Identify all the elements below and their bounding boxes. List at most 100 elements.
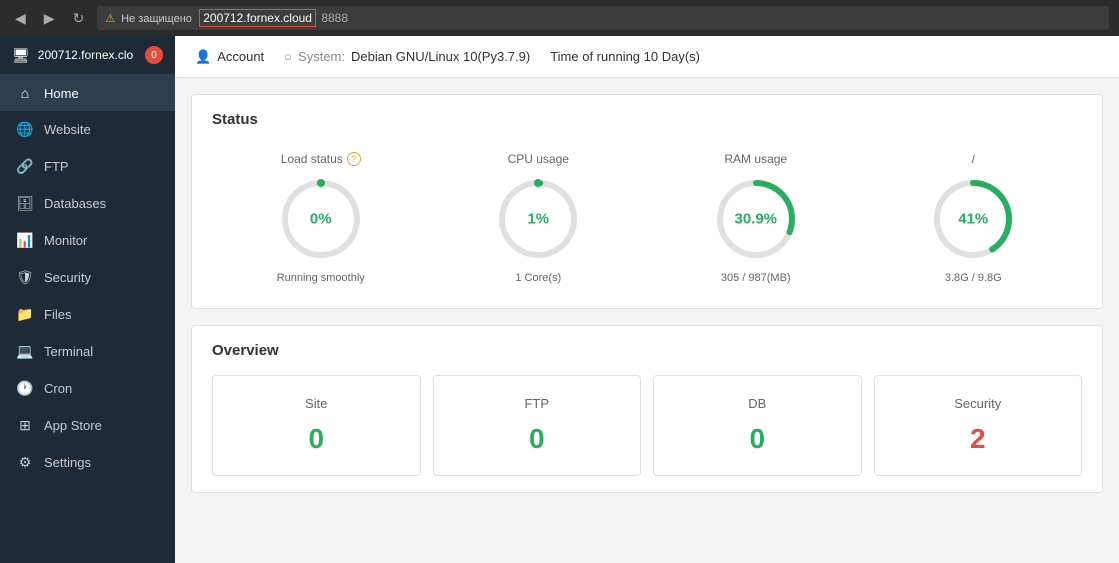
overview-grid: Site 0 FTP 0 DB 0 Security 2	[212, 375, 1082, 476]
topbar: 👤 Account ○ System: Debian GNU/Linux 10(…	[175, 36, 1119, 78]
overview-section: Overview Site 0 FTP 0 DB 0	[191, 325, 1103, 493]
home-icon: ⌂	[16, 85, 34, 101]
main-content: 👤 Account ○ System: Debian GNU/Linux 10(…	[175, 36, 1119, 563]
gauge-load-canvas: 0%	[276, 174, 366, 264]
overview-card-security: Security 2	[874, 375, 1083, 476]
address-highlighted: 200712.fornex.cloud	[199, 9, 316, 27]
gauge-load-sublabel: Running smoothly	[277, 272, 365, 284]
overview-site-label: Site	[305, 396, 327, 411]
monitor-nav-icon: 📊	[16, 232, 34, 249]
gauge-load-status: Load status ? 0% Running smoothly	[212, 144, 430, 292]
terminal-icon: 💻	[16, 343, 34, 360]
website-icon: 🌐	[16, 121, 34, 138]
topbar-uptime: Time of running 10 Day(s)	[550, 49, 700, 64]
topbar-system-value: Debian GNU/Linux 10(Py3.7.9)	[351, 49, 530, 64]
forward-button[interactable]: ▶	[39, 8, 60, 29]
overview-card-ftp: FTP 0	[433, 375, 642, 476]
gauge-disk-label: /	[972, 152, 975, 166]
overview-ftp-value: 0	[529, 423, 545, 455]
topbar-account-label: Account	[217, 49, 264, 64]
gauge-disk-canvas: 41%	[928, 174, 1018, 264]
gauge-load-value: 0%	[310, 211, 332, 228]
sidebar-item-files[interactable]: 📁 Files	[0, 296, 175, 333]
monitor-icon: 🖥	[12, 47, 30, 64]
sidebar-item-cron-label: Cron	[44, 381, 72, 396]
overview-site-value: 0	[308, 423, 324, 455]
overview-db-value: 0	[749, 423, 765, 455]
cron-icon: 🕐	[16, 380, 34, 397]
gauge-ram-value: 30.9%	[734, 211, 777, 228]
gauge-disk-value: 41%	[958, 211, 988, 228]
sidebar-item-security[interactable]: 🛡 Security	[0, 259, 175, 296]
sidebar-item-ftp-label: FTP	[44, 159, 69, 174]
gauge-load-label: Load status ?	[281, 152, 361, 166]
gauge-disk-sublabel: 3.8G / 9.8G	[945, 272, 1002, 284]
status-section: Status Load status ?	[191, 94, 1103, 309]
topbar-account[interactable]: 👤 Account	[195, 49, 264, 65]
address-port: 8888	[321, 11, 348, 25]
appstore-icon: ⊞	[16, 417, 34, 434]
overview-title: Overview	[212, 342, 1082, 359]
gauge-disk: / 41% 3.8G / 9.8G	[865, 144, 1083, 292]
app-container: 🖥 200712.fornex.clo 0 ⌂ Home 🌐 Website 🔗…	[0, 36, 1119, 563]
topbar-system: ○ System: Debian GNU/Linux 10(Py3.7.9)	[284, 49, 530, 64]
gauge-cpu-sublabel: 1 Core(s)	[515, 272, 561, 284]
sidebar-item-security-label: Security	[44, 270, 91, 285]
overview-card-db: DB 0	[653, 375, 862, 476]
sidebar-header-text: 200712.fornex.clo	[38, 48, 137, 62]
sidebar-item-monitor-label: Monitor	[44, 233, 87, 248]
ftp-icon: 🔗	[16, 158, 34, 175]
security-icon: 🛡	[16, 269, 34, 286]
gauge-ram: RAM usage 30.9% 305 / 987(MB)	[647, 144, 865, 292]
question-icon: ?	[347, 152, 361, 166]
sidebar-item-terminal-label: Terminal	[44, 344, 93, 359]
security-warning-icon: ⚠	[105, 12, 115, 25]
browser-bar: ◀ ▶ ↻ ⚠ Не защищено 200712.fornex.cloud …	[0, 0, 1119, 36]
sidebar-item-home[interactable]: ⌂ Home	[0, 75, 175, 111]
gauge-ram-canvas: 30.9%	[711, 174, 801, 264]
address-warning-text: Не защищено	[121, 13, 192, 25]
sidebar-item-files-label: Files	[44, 307, 71, 322]
back-button[interactable]: ◀	[10, 8, 31, 29]
sidebar-header: 🖥 200712.fornex.clo 0	[0, 36, 175, 75]
sidebar-item-website-label: Website	[44, 122, 91, 137]
address-url: Не защищено 200712.fornex.cloud 8888	[121, 11, 348, 25]
sidebar-item-home-label: Home	[44, 86, 79, 101]
system-icon: ○	[284, 49, 292, 64]
topbar-system-label: System:	[298, 49, 345, 64]
reload-button[interactable]: ↻	[68, 8, 90, 29]
overview-card-site: Site 0	[212, 375, 421, 476]
sidebar-item-settings-label: Settings	[44, 455, 91, 470]
sidebar-item-databases-label: Databases	[44, 196, 106, 211]
sidebar-item-website[interactable]: 🌐 Website	[0, 111, 175, 148]
sidebar-item-databases[interactable]: 🗄 Databases	[0, 185, 175, 222]
sidebar-item-monitor[interactable]: 📊 Monitor	[0, 222, 175, 259]
content-area: Status Load status ?	[175, 78, 1119, 525]
gauge-cpu-label: CPU usage	[508, 152, 569, 166]
user-icon: 👤	[195, 49, 211, 65]
gauge-cpu-canvas: 1%	[493, 174, 583, 264]
settings-icon: ⚙	[16, 454, 34, 471]
address-bar[interactable]: ⚠ Не защищено 200712.fornex.cloud 8888	[97, 6, 1109, 30]
files-icon: 📁	[16, 306, 34, 323]
sidebar: 🖥 200712.fornex.clo 0 ⌂ Home 🌐 Website 🔗…	[0, 36, 175, 563]
gauge-cpu: CPU usage 1% 1 Core(s)	[430, 144, 648, 292]
sidebar-item-ftp[interactable]: 🔗 FTP	[0, 148, 175, 185]
sidebar-item-appstore-label: App Store	[44, 418, 102, 433]
sidebar-item-settings[interactable]: ⚙ Settings	[0, 444, 175, 481]
databases-icon: 🗄	[16, 195, 34, 212]
overview-db-label: DB	[748, 396, 766, 411]
sidebar-notification-badge: 0	[145, 46, 163, 64]
sidebar-item-terminal[interactable]: 💻 Terminal	[0, 333, 175, 370]
sidebar-item-appstore[interactable]: ⊞ App Store	[0, 407, 175, 444]
gauge-row: Load status ? 0% Running smoothly	[212, 144, 1082, 292]
gauge-ram-label: RAM usage	[724, 152, 787, 166]
overview-security-value: 2	[970, 423, 986, 455]
overview-ftp-label: FTP	[524, 396, 549, 411]
sidebar-item-cron[interactable]: 🕐 Cron	[0, 370, 175, 407]
topbar-uptime-label: Time of running 10 Day(s)	[550, 49, 700, 64]
gauge-cpu-value: 1%	[527, 211, 549, 228]
gauge-ram-sublabel: 305 / 987(MB)	[721, 272, 791, 284]
status-title: Status	[212, 111, 1082, 128]
overview-security-label: Security	[954, 396, 1001, 411]
